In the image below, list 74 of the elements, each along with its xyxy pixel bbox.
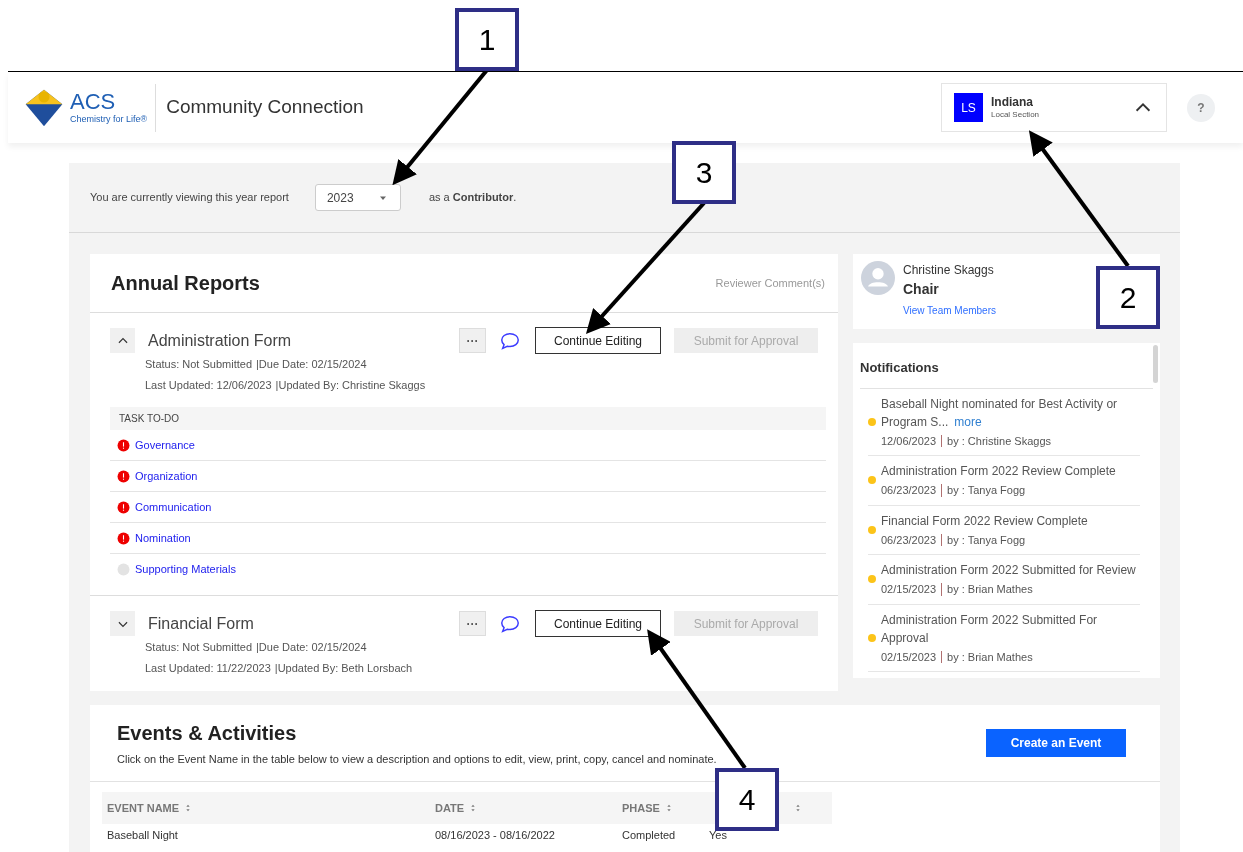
notification-author: by : Christine Skaggs [947, 433, 1051, 449]
logo-text: ACS [70, 91, 117, 113]
status-circle-icon [117, 563, 130, 576]
events-description: Click on the Event Name in the table below to view a description and options to edit, view, print, copy, cancel and nominate. [117, 752, 717, 768]
table-cell-text: Completed [621, 827, 677, 843]
section-selector[interactable]: LS Indiana Local Section [941, 83, 1167, 132]
updated-text: Last Updated: 12/06/2023 [145, 377, 272, 393]
notification-date: 06/23/2023 [881, 532, 937, 548]
scrollbar-thumb[interactable] [1153, 345, 1158, 383]
form-title: Financial Form [148, 613, 254, 634]
section-title: Events & Activities [117, 721, 298, 747]
updated-by-text: |Updated By: Beth Lorsbach [274, 660, 413, 676]
continue-editing-button[interactable]: Continue Editing [535, 327, 661, 354]
notification-text: Administration Form 2022 Submitted For Approval [881, 611, 1099, 647]
section-type: Local Section [991, 110, 1041, 120]
status-text: Status: Not Submitted [145, 640, 252, 655]
app-title: Community Connection [166, 95, 364, 120]
table-cell-text: 08/16/2023 - 08/16/2022 [434, 827, 556, 843]
profile-name: Christine Skaggs [903, 262, 995, 279]
team-members-link[interactable]: View Team Members [903, 303, 996, 318]
section-name: Indiana [991, 95, 1034, 110]
notification-author: by : Tanya Fogg [947, 532, 1026, 548]
column-header[interactable]: EVENT NAME [107, 799, 180, 817]
logo-tagline: Chemistry for Life® [70, 115, 148, 124]
alert-icon [117, 500, 130, 514]
alert-icon [117, 531, 130, 545]
column-header[interactable]: DATE [435, 799, 465, 817]
callout-number: 1 [455, 8, 519, 71]
notification-date: 02/15/2023 [881, 649, 937, 665]
expand-button[interactable] [110, 611, 135, 636]
profile-role: Chair [903, 280, 940, 299]
updated-by-text: |Updated By: Christine Skaggs [275, 377, 426, 393]
task-link[interactable]: Communication [135, 498, 212, 516]
table-cell-text: Baseball Night [106, 827, 179, 843]
callout-number: 2 [1096, 266, 1160, 329]
alert-icon [117, 469, 130, 483]
year-dropdown[interactable]: 2023 [314, 184, 401, 211]
alert-icon [117, 438, 130, 452]
due-date-text: |Due Date: 02/15/2024 [256, 357, 367, 372]
task-link[interactable]: Nomination [135, 529, 191, 547]
notification-date: 02/15/2023 [881, 582, 937, 597]
notification-text: Financial Form 2022 Review Complete [881, 512, 1088, 530]
notification-date: 06/23/2023 [881, 483, 937, 498]
more-button[interactable]: ··· [459, 328, 486, 353]
section-title: Annual Reports [111, 271, 260, 296]
callout-number: 4 [715, 768, 779, 831]
create-event-button[interactable]: Create an Event [986, 729, 1126, 757]
collapse-button[interactable] [110, 328, 135, 353]
notification-author: by : Brian Mathes [947, 582, 1033, 597]
notification-author: by : Brian Mathes [947, 649, 1033, 665]
due-date-text: |Due Date: 02/15/2024 [256, 640, 367, 655]
avatar-icon [861, 261, 895, 295]
section-badge: LS [954, 93, 983, 122]
updated-text: Last Updated: 11/22/2023 [145, 660, 271, 676]
column-header[interactable]: PHASE [622, 799, 660, 817]
form-title: Administration Form [148, 330, 292, 351]
help-button[interactable]: ? [1187, 93, 1215, 122]
task-list-header: TASK TO-DO [110, 407, 826, 430]
status-text: Status: Not Submitted [145, 357, 252, 372]
task-link[interactable]: Organization [135, 467, 198, 485]
year-label: You are currently viewing this year report [90, 190, 289, 206]
notification-text: Baseball Night nominated for Best Activity or Program S... more [881, 395, 1119, 431]
notification-author: by : Tanya Fogg [947, 483, 1026, 498]
more-link[interactable]: more [954, 414, 982, 429]
role-text: as a Contributor. [428, 190, 517, 206]
notification-text: Administration Form 2022 Review Complete [881, 463, 1116, 480]
continue-editing-button[interactable]: Continue Editing [535, 610, 661, 637]
more-button[interactable]: ··· [459, 611, 486, 636]
task-link[interactable]: Governance [135, 436, 195, 454]
notification-date: 12/06/2023 [881, 433, 937, 449]
callout-number: 3 [672, 141, 736, 204]
notification-text: Administration Form 2022 Submitted for Review [881, 562, 1136, 579]
notifications-title: Notifications [860, 343, 1153, 389]
task-link[interactable]: Supporting Materials [135, 561, 236, 578]
